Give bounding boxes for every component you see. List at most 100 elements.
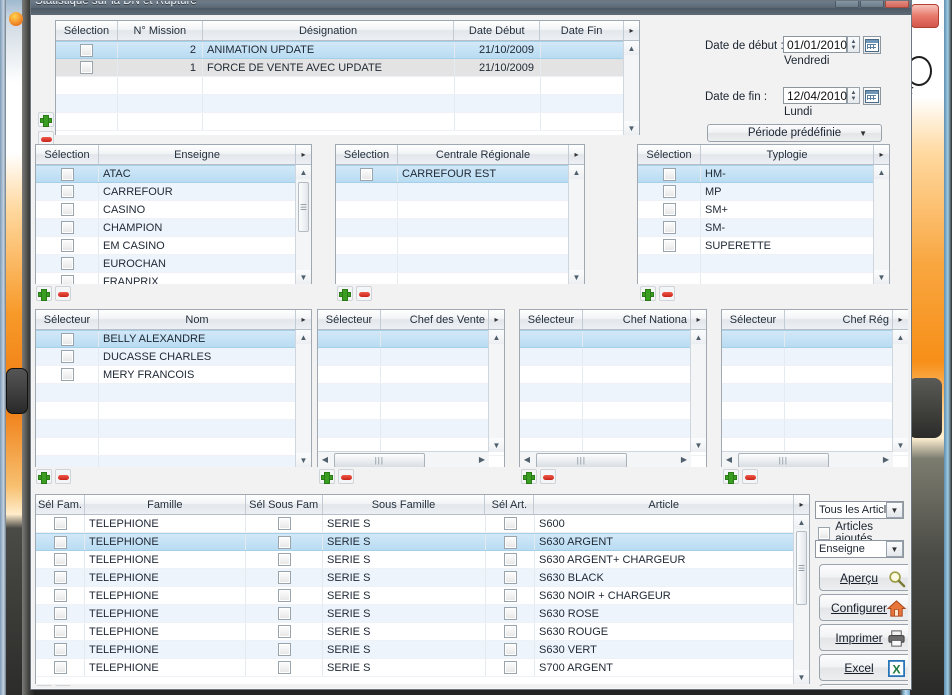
row-checkbox-article[interactable] xyxy=(486,569,535,586)
row-checkbox-cell[interactable] xyxy=(36,255,99,272)
chef-des-ventes-grid[interactable]: Sélecteur Chef des Vente ▸ ▲ ▼ ◀ ||| xyxy=(317,309,505,467)
list-item[interactable] xyxy=(520,330,706,348)
list-item[interactable]: CASINO xyxy=(36,201,311,219)
remove-chef-national-button[interactable] xyxy=(540,469,556,484)
scroll-down-arrow[interactable]: ▼ xyxy=(569,270,584,284)
checkbox[interactable] xyxy=(61,257,74,270)
list-item[interactable]: HM- xyxy=(638,165,889,183)
date-end-spinner[interactable]: ▲▼ xyxy=(847,87,860,104)
row-checkbox-famille[interactable] xyxy=(36,551,85,568)
checkbox[interactable] xyxy=(663,185,676,198)
remove-chef-ventes-button[interactable] xyxy=(338,469,354,484)
row-checkbox-famille[interactable] xyxy=(36,659,85,676)
row-checkbox-cell[interactable] xyxy=(56,42,118,58)
chef-national-vscrollbar[interactable]: ▲ ▼ xyxy=(690,330,706,452)
col-selecteur[interactable]: Sélecteur xyxy=(36,310,99,329)
checkbox[interactable] xyxy=(360,168,373,181)
chef-regional-vscrollbar[interactable]: ▲ ▼ xyxy=(892,330,908,452)
row-checkbox-article[interactable] xyxy=(486,515,535,532)
row-checkbox-cell[interactable] xyxy=(638,219,701,236)
row-checkbox-famille[interactable] xyxy=(36,641,85,658)
scroll-up-arrow[interactable]: ▲ xyxy=(874,165,889,179)
checkbox[interactable] xyxy=(278,517,291,530)
date-start-spinner[interactable]: ▲▼ xyxy=(847,36,860,53)
chef-regional-grid[interactable]: Sélecteur Chef Rég ▸ ▲ ▼ ◀ ||| xyxy=(721,309,908,467)
minimize-button[interactable] xyxy=(835,1,859,8)
quitter-button[interactable]: Quitter xyxy=(819,684,908,686)
nom-grid[interactable]: Sélecteur Nom ▸ BELLY ALEXANDRE DUCASSE … xyxy=(35,309,312,467)
mission-grid-scrollbar[interactable]: ▲ ▼ xyxy=(623,41,639,135)
col-selecteur[interactable]: Sélecteur xyxy=(722,310,785,329)
list-item[interactable]: SUPERETTE xyxy=(638,237,889,255)
enseigne-scrollbar[interactable]: ▲ ☰ ▼ xyxy=(295,165,311,284)
col-designation[interactable]: Désignation xyxy=(203,21,455,40)
row-checkbox-sous-famille[interactable] xyxy=(246,641,323,658)
centrale-scrollbar[interactable]: ▲ ▼ xyxy=(568,165,584,284)
checkbox[interactable] xyxy=(54,625,67,638)
checkbox[interactable] xyxy=(504,625,517,638)
add-typlogie-button[interactable] xyxy=(640,286,656,301)
scroll-left-arrow[interactable]: ◀ xyxy=(722,455,736,464)
checkbox[interactable] xyxy=(278,536,291,549)
add-chef-ventes-button[interactable] xyxy=(319,469,335,484)
col-mission-number[interactable]: N° Mission xyxy=(118,21,203,40)
col-sel-fam[interactable]: Sél Fam. xyxy=(36,495,85,514)
col-sel-art[interactable]: Sél Art. xyxy=(485,495,534,514)
list-item[interactable]: SM+ xyxy=(638,201,889,219)
checkbox[interactable] xyxy=(663,239,676,252)
checkbox[interactable] xyxy=(278,553,291,566)
add-chef-regional-button[interactable] xyxy=(723,469,739,484)
row-checkbox-article[interactable] xyxy=(486,605,535,622)
add-chef-national-button[interactable] xyxy=(521,469,537,484)
chef-ventes-vscrollbar[interactable]: ▲ ▼ xyxy=(488,330,504,452)
chef-ventes-hscrollbar[interactable]: ◀ ||| ▶ xyxy=(318,451,489,467)
checkbox[interactable] xyxy=(80,61,93,74)
chevron-down-icon[interactable]: ▼ xyxy=(886,502,903,518)
list-item[interactable]: EUROCHAN xyxy=(36,255,311,273)
list-item[interactable]: MERY FRANCOIS xyxy=(36,366,311,384)
remove-centrale-button[interactable] xyxy=(356,286,372,301)
mission-grid[interactable]: Sélection N° Mission Désignation Date Dé… xyxy=(55,20,640,135)
row-checkbox-famille[interactable] xyxy=(36,587,85,604)
list-item[interactable]: FRANPRIX xyxy=(36,273,311,284)
checkbox[interactable] xyxy=(278,661,291,674)
checkbox[interactable] xyxy=(61,203,74,216)
row-checkbox-famille[interactable] xyxy=(36,623,85,640)
scroll-down-arrow[interactable]: ▼ xyxy=(296,270,311,284)
col-chef-regional[interactable]: Chef Rég xyxy=(785,310,893,329)
predefined-period-button[interactable]: Période prédéfinie ▼ xyxy=(707,124,882,142)
chef-regional-hscrollbar[interactable]: ◀ ||| ▶ xyxy=(722,451,893,467)
row-checkbox-famille[interactable] xyxy=(36,534,85,550)
add-nom-button[interactable] xyxy=(36,469,52,484)
row-checkbox-cell[interactable] xyxy=(336,166,398,182)
scroll-up-arrow[interactable]: ▲ xyxy=(569,165,584,179)
checkbox[interactable] xyxy=(61,239,74,252)
excel-button[interactable]: Excel X xyxy=(819,654,908,681)
apercu-button[interactable]: Aperçu xyxy=(819,564,908,591)
date-end-calendar-button[interactable] xyxy=(863,87,881,105)
maximize-button[interactable] xyxy=(860,1,884,8)
list-item[interactable]: MP xyxy=(638,183,889,201)
col-selection[interactable]: Sélection xyxy=(336,145,398,164)
list-item[interactable]: CARREFOUR EST xyxy=(336,165,584,183)
checkbox[interactable] xyxy=(278,589,291,602)
col-chef-des-ventes[interactable]: Chef des Vente xyxy=(381,310,489,329)
row-checkbox-cell[interactable] xyxy=(36,183,99,200)
list-item[interactable]: CHAMPION xyxy=(36,219,311,237)
scroll-thumb[interactable]: ||| xyxy=(536,453,627,467)
scroll-track[interactable]: ||| xyxy=(534,453,677,466)
row-checkbox-cell[interactable] xyxy=(36,219,99,236)
table-row[interactable]: 1 FORCE DE VENTE AVEC UPDATE 21/10/2009 xyxy=(56,59,639,77)
checkbox[interactable] xyxy=(504,536,517,549)
col-selecteur[interactable]: Sélecteur xyxy=(520,310,583,329)
list-item[interactable] xyxy=(722,330,908,348)
table-row[interactable]: TELEPHIONE SERIE S S630 ROSE xyxy=(36,605,809,623)
row-checkbox-cell[interactable] xyxy=(36,273,99,284)
row-checkbox-cell[interactable] xyxy=(36,201,99,218)
col-date-debut[interactable]: Date Début xyxy=(454,21,540,40)
checkbox[interactable] xyxy=(54,536,67,549)
table-row[interactable]: 2 ANIMATION UPDATE 21/10/2009 xyxy=(56,41,639,59)
row-checkbox-cell[interactable] xyxy=(36,348,99,365)
group-by-combo[interactable]: Enseigne ▼ xyxy=(815,540,904,558)
col-expand-arrow[interactable]: ▸ xyxy=(624,21,639,40)
